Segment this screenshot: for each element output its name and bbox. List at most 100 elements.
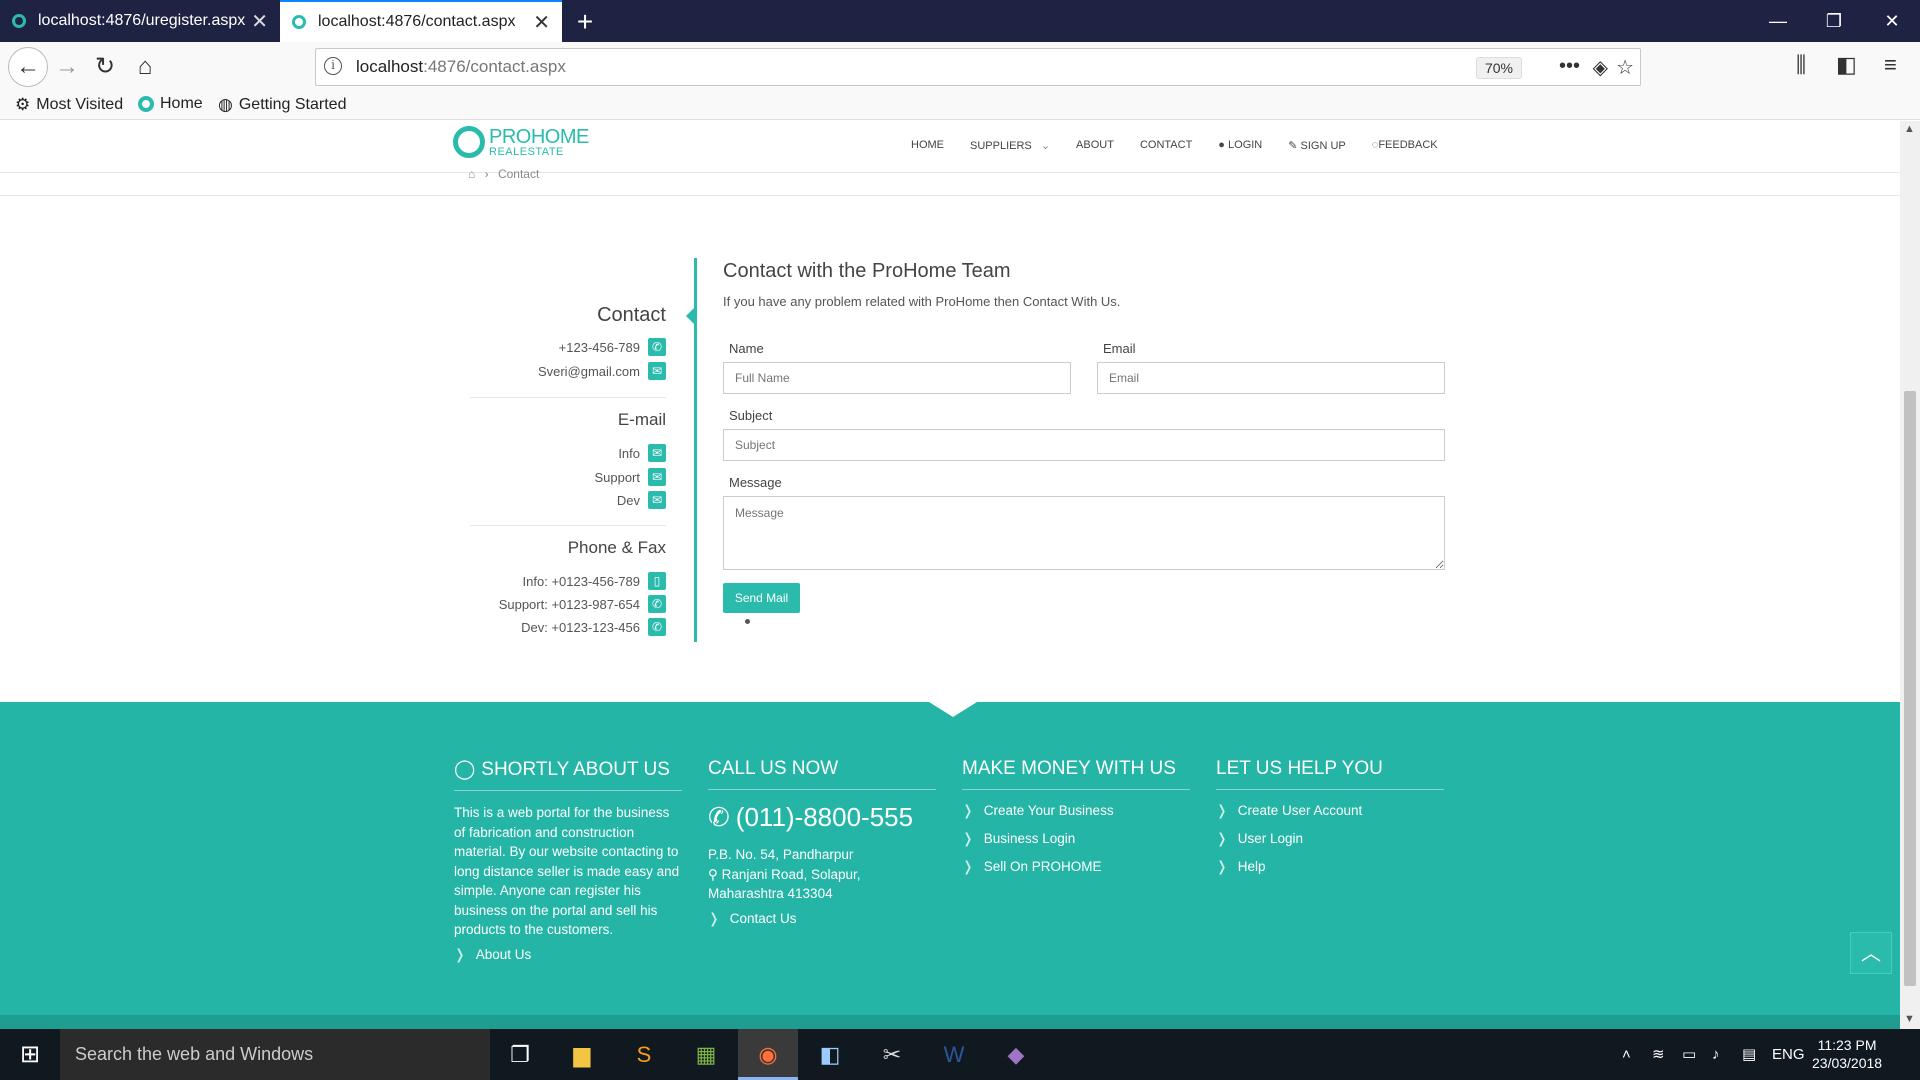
user-login-link[interactable]: ❭ User Login <box>1216 830 1444 847</box>
file-explorer-icon[interactable]: ▆ <box>552 1029 612 1080</box>
word-icon[interactable]: W <box>924 1029 984 1080</box>
scrollbar-thumb[interactable] <box>1904 391 1916 986</box>
chevron-down-icon: ⌄ <box>1040 140 1051 152</box>
home-icon[interactable]: ⌂ <box>468 167 475 181</box>
browser-tab-active[interactable]: localhost:4876/contact.aspx ✕ <box>280 0 562 42</box>
task-view-icon[interactable]: ❐ <box>490 1029 550 1080</box>
address-bar[interactable]: i localhost:4876/contact.aspx 70% ••• ◈ … <box>315 48 1641 86</box>
close-window-button[interactable]: ✕ <box>1864 0 1920 42</box>
chevron-right-icon: ❭ <box>1216 858 1228 874</box>
pocket-icon[interactable]: ◈ <box>1593 55 1608 80</box>
sell-on-prohome-link[interactable]: ❭ Sell On PROHOME <box>962 858 1190 875</box>
home-button[interactable]: ⌂ <box>128 50 162 84</box>
chevron-right-icon: ❭ <box>962 802 974 818</box>
chevron-right-icon: ❭ <box>454 945 466 962</box>
scroll-down-icon[interactable]: ▼ <box>1904 1013 1915 1025</box>
close-tab-icon[interactable]: ✕ <box>533 10 550 35</box>
browser-tab[interactable]: localhost:4876/uregister.aspx ✕ <box>0 0 280 42</box>
forward-button[interactable]: → <box>50 50 84 84</box>
about-us-link[interactable]: ❭ About Us <box>454 946 682 963</box>
nav-suppliers[interactable]: SUPPLIERS ⌄ <box>970 139 1050 152</box>
notification-icon[interactable]: ▤ <box>1742 1029 1756 1080</box>
nav-contact[interactable]: CONTACT <box>1140 139 1192 152</box>
sublime-text-icon[interactable]: S <box>614 1029 674 1080</box>
info-icon[interactable]: i <box>324 57 342 75</box>
nav-home[interactable]: HOME <box>911 139 944 152</box>
phone-icon: ✆ <box>708 802 730 832</box>
spreadsheet-app-icon[interactable]: ▦ <box>676 1029 736 1080</box>
windows-taskbar: ⊞ Search the web and Windows ❐ ▆ S ▦ ◉ ◧… <box>0 1029 1920 1080</box>
help-link[interactable]: ❭ Help <box>1216 858 1444 875</box>
pointer-arrow-icon <box>686 307 695 325</box>
nav-signup[interactable]: ✎ SIGN UP <box>1288 139 1346 152</box>
zoom-level[interactable]: 70% <box>1475 57 1522 79</box>
sidebar-icon[interactable]: ◧ <box>1836 52 1857 78</box>
address-city: Pandharpur <box>782 847 854 862</box>
footer-link-label: Business Login <box>983 831 1076 846</box>
chevron-up-icon[interactable]: ˄ <box>1622 1029 1631 1080</box>
footer-about-text: This is a web portal for the business of… <box>454 805 680 937</box>
nav-label: SIGN UP <box>1300 140 1346 152</box>
phonefax-heading: Phone & Fax <box>567 538 666 557</box>
subject-input[interactable] <box>723 429 1445 461</box>
divider <box>0 195 1900 196</box>
breadcrumb-current: Contact <box>497 167 540 181</box>
url-text[interactable]: localhost:4876/contact.aspx <box>356 57 566 77</box>
phone-icon: ✆ <box>648 595 666 613</box>
nav-login[interactable]: ● LOGIN <box>1218 139 1262 152</box>
email-item-info[interactable]: Info ✉ <box>618 444 666 462</box>
scroll-up-icon[interactable]: ▲ <box>1904 123 1915 135</box>
message-textarea[interactable] <box>723 496 1445 570</box>
back-button[interactable]: ← <box>8 47 48 87</box>
clock[interactable]: 11:23 PM 23/03/2018 <box>1812 1036 1882 1072</box>
footer-about: ◯ SHORTLY ABOUT US This is a web portal f… <box>454 758 682 974</box>
bookmark-most-visited[interactable]: ⚙ Most Visited <box>15 95 123 115</box>
bookmark-getting-started[interactable]: ◍ Getting Started <box>218 95 346 115</box>
bookmark-label: Home <box>160 95 203 112</box>
more-actions-icon[interactable]: ••• <box>1559 55 1580 78</box>
bookmark-home[interactable]: Home <box>138 95 203 113</box>
close-tab-icon[interactable]: ✕ <box>251 9 268 34</box>
url-host: localhost <box>356 57 424 76</box>
new-tab-button[interactable]: + <box>570 6 600 38</box>
battery-icon[interactable]: ▭ <box>1682 1029 1696 1080</box>
taskbar-search-box[interactable]: Search the web and Windows <box>60 1029 490 1080</box>
visual-studio-icon[interactable]: ◆ <box>986 1029 1046 1080</box>
restore-button[interactable]: ❐ <box>1806 0 1862 42</box>
email-item-support[interactable]: Support ✉ <box>594 468 666 486</box>
create-user-account-link[interactable]: ❭ Create User Account <box>1216 802 1444 819</box>
reload-button[interactable]: ↻ <box>88 50 122 84</box>
loading-indicator <box>745 619 750 624</box>
contact-us-link[interactable]: ❭ Contact Us <box>708 910 936 927</box>
contact-email[interactable]: Sveri@gmail.com ✉ <box>538 362 666 380</box>
firefox-icon[interactable]: ◉ <box>738 1029 798 1080</box>
bookmark-star-icon[interactable]: ☆ <box>1616 55 1634 80</box>
wifi-icon[interactable]: ≋ <box>1652 1029 1665 1080</box>
app-icon[interactable]: ✂ <box>862 1029 922 1080</box>
scroll-to-top-button[interactable]: ︿ <box>1850 932 1892 974</box>
footer-call: CALL US NOW ✆ (011)-8800-555 P.B. No. 54,… <box>708 758 936 938</box>
footer-link-label: Contact Us <box>729 910 797 926</box>
volume-icon[interactable]: ♪ <box>1712 1029 1720 1080</box>
sql-server-icon[interactable]: ◧ <box>800 1029 860 1080</box>
email-input[interactable] <box>1097 362 1445 394</box>
page-scrollbar[interactable]: ▲ ▼ <box>1900 121 1920 1029</box>
footer-help-title: LET US HELP YOU <box>1216 758 1444 790</box>
email-heading: E-mail <box>617 410 666 429</box>
nav-feedback[interactable]: ◌FEEDBACK <box>1372 139 1438 152</box>
library-icon[interactable]: ⫼ <box>1796 52 1806 78</box>
business-login-link[interactable]: ❭ Business Login <box>962 830 1190 847</box>
email-label: Email <box>1103 341 1136 356</box>
logo-bubble-icon <box>453 126 485 158</box>
email-item-dev[interactable]: Dev ✉ <box>617 491 666 509</box>
minimize-button[interactable]: — <box>1750 0 1806 42</box>
nav-about[interactable]: ABOUT <box>1076 139 1114 152</box>
create-business-link[interactable]: ❭ Create Your Business <box>962 802 1190 819</box>
send-mail-button[interactable]: Send Mail <box>723 583 800 613</box>
site-logo[interactable]: PROHOME REALESTATE <box>453 126 589 158</box>
footer-help: LET US HELP YOU ❭ Create User Account ❭ Us… <box>1216 758 1444 886</box>
name-input[interactable] <box>723 362 1071 394</box>
menu-icon[interactable]: ≡ <box>1884 52 1897 78</box>
windows-start-icon[interactable]: ⊞ <box>0 1029 60 1080</box>
language-indicator[interactable]: ENG <box>1772 1029 1805 1080</box>
